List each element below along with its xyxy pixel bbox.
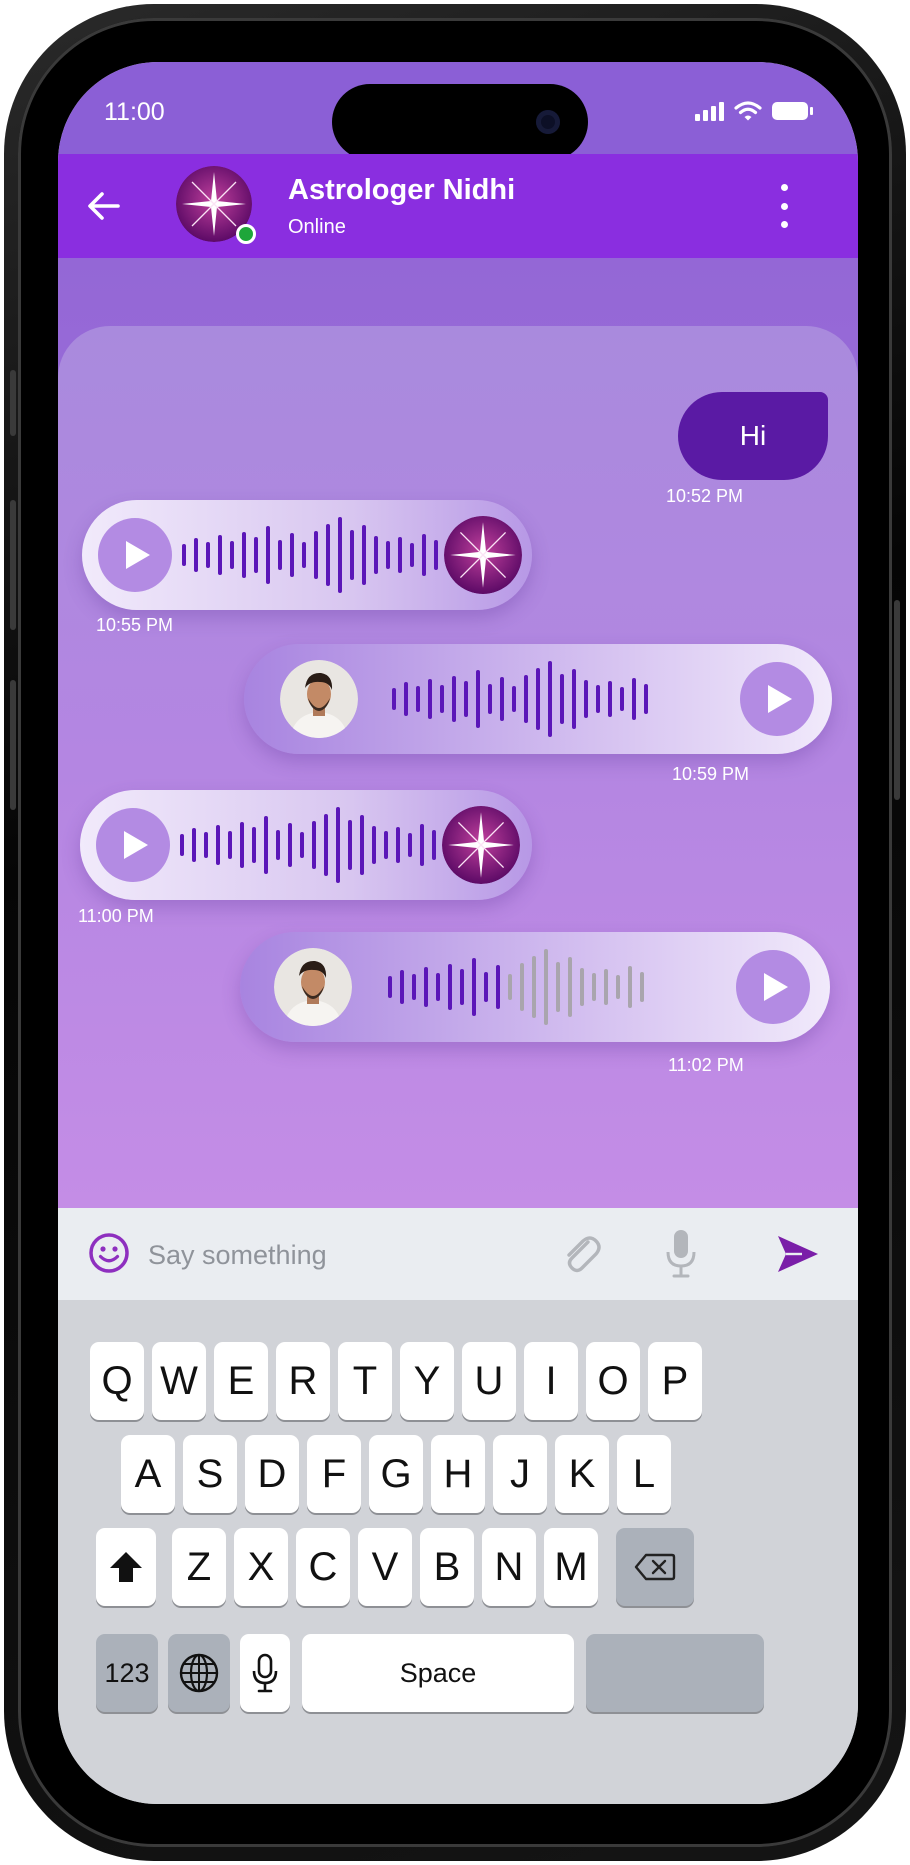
- contact-avatar-small: [442, 806, 520, 884]
- key-r[interactable]: R: [276, 1342, 330, 1420]
- backspace-icon: [634, 1553, 676, 1581]
- message-composer: [58, 1208, 858, 1300]
- message-time: 10:52 PM: [666, 486, 744, 506]
- contact-avatar-small: [444, 516, 522, 594]
- play-icon[interactable]: [98, 518, 172, 592]
- key-i[interactable]: I: [524, 1342, 578, 1420]
- message-time: 10:55 PM: [96, 615, 174, 635]
- back-arrow-icon[interactable]: [84, 186, 124, 226]
- phone-mute-switch: [10, 370, 16, 436]
- waveform[interactable]: [180, 805, 444, 885]
- key-x[interactable]: X: [234, 1528, 288, 1606]
- status-time: 11:00: [104, 98, 165, 126]
- play-icon[interactable]: [740, 662, 814, 736]
- user-avatar: [280, 660, 358, 738]
- contact-status: Online: [288, 216, 346, 238]
- key-a[interactable]: A: [121, 1435, 175, 1513]
- attachment-icon[interactable]: [558, 1230, 604, 1276]
- key-d[interactable]: D: [245, 1435, 299, 1513]
- send-icon[interactable]: [776, 1234, 820, 1274]
- key-o[interactable]: O: [586, 1342, 640, 1420]
- key-t[interactable]: T: [338, 1342, 392, 1420]
- space-key[interactable]: Space: [302, 1634, 574, 1712]
- shift-key[interactable]: [96, 1528, 156, 1606]
- voice-message-incoming[interactable]: [80, 790, 532, 900]
- message-time: 11:02 PM: [668, 1055, 744, 1075]
- phone-volume-up: [10, 500, 16, 630]
- key-j[interactable]: J: [493, 1435, 547, 1513]
- status-icons: [695, 100, 813, 122]
- voice-message-incoming[interactable]: [82, 500, 532, 610]
- compass-star-icon: [444, 516, 522, 594]
- key-w[interactable]: W: [152, 1342, 206, 1420]
- emoji-icon[interactable]: [88, 1232, 130, 1274]
- globe-icon: [179, 1653, 219, 1693]
- key-g[interactable]: G: [369, 1435, 423, 1513]
- shift-arrow-icon: [110, 1552, 142, 1582]
- phone-screen: 11:00 Astrologer Nidhi Online Hi 10:52 P…: [58, 62, 858, 1804]
- voice-message-outgoing[interactable]: [244, 644, 832, 754]
- more-options-icon[interactable]: [774, 184, 794, 228]
- play-icon[interactable]: [736, 950, 810, 1024]
- dictation-key[interactable]: [240, 1634, 290, 1712]
- message-time: 10:59 PM: [672, 764, 750, 784]
- numbers-key[interactable]: 123: [96, 1634, 158, 1712]
- keyboard: Q W E R T Y U I O P A S D F G H J K L Z …: [58, 1300, 858, 1804]
- globe-key[interactable]: [168, 1634, 230, 1712]
- phone-volume-down: [10, 680, 16, 810]
- message-time: 11:00 PM: [78, 906, 154, 926]
- user-photo-icon: [280, 660, 358, 738]
- key-n[interactable]: N: [482, 1528, 536, 1606]
- key-m[interactable]: M: [544, 1528, 598, 1606]
- message-text: Hi: [739, 420, 767, 451]
- key-h[interactable]: H: [431, 1435, 485, 1513]
- online-indicator: [236, 224, 256, 244]
- signal-icon: [695, 101, 724, 121]
- key-s[interactable]: S: [183, 1435, 237, 1513]
- key-l[interactable]: L: [617, 1435, 671, 1513]
- key-k[interactable]: K: [555, 1435, 609, 1513]
- chat-header: Astrologer Nidhi Online: [58, 154, 858, 258]
- waveform[interactable]: [392, 659, 656, 739]
- message-bubble-outgoing[interactable]: Hi: [678, 392, 828, 480]
- key-f[interactable]: F: [307, 1435, 361, 1513]
- key-q[interactable]: Q: [90, 1342, 144, 1420]
- key-p[interactable]: P: [648, 1342, 702, 1420]
- key-v[interactable]: V: [358, 1528, 412, 1606]
- microphone-icon[interactable]: [664, 1228, 698, 1280]
- wifi-icon: [734, 101, 762, 121]
- status-bar: 11:00: [58, 62, 858, 160]
- key-z[interactable]: Z: [172, 1528, 226, 1606]
- waveform[interactable]: [182, 515, 446, 595]
- return-key[interactable]: [586, 1634, 764, 1712]
- compass-star-icon: [442, 806, 520, 884]
- backspace-key[interactable]: [616, 1528, 694, 1606]
- phone-power-button: [894, 600, 900, 800]
- front-camera-icon: [536, 110, 560, 134]
- user-avatar: [274, 948, 352, 1026]
- microphone-icon: [252, 1653, 278, 1693]
- key-y[interactable]: Y: [400, 1342, 454, 1420]
- battery-icon: [772, 102, 813, 120]
- dynamic-island: [332, 84, 588, 160]
- message-input[interactable]: [146, 1228, 450, 1282]
- key-b[interactable]: B: [420, 1528, 474, 1606]
- voice-message-outgoing[interactable]: [240, 932, 830, 1042]
- user-photo-icon: [274, 948, 352, 1026]
- key-u[interactable]: U: [462, 1342, 516, 1420]
- waveform[interactable]: [388, 947, 652, 1027]
- play-icon[interactable]: [96, 808, 170, 882]
- contact-name[interactable]: Astrologer Nidhi: [288, 174, 515, 207]
- key-c[interactable]: C: [296, 1528, 350, 1606]
- key-e[interactable]: E: [214, 1342, 268, 1420]
